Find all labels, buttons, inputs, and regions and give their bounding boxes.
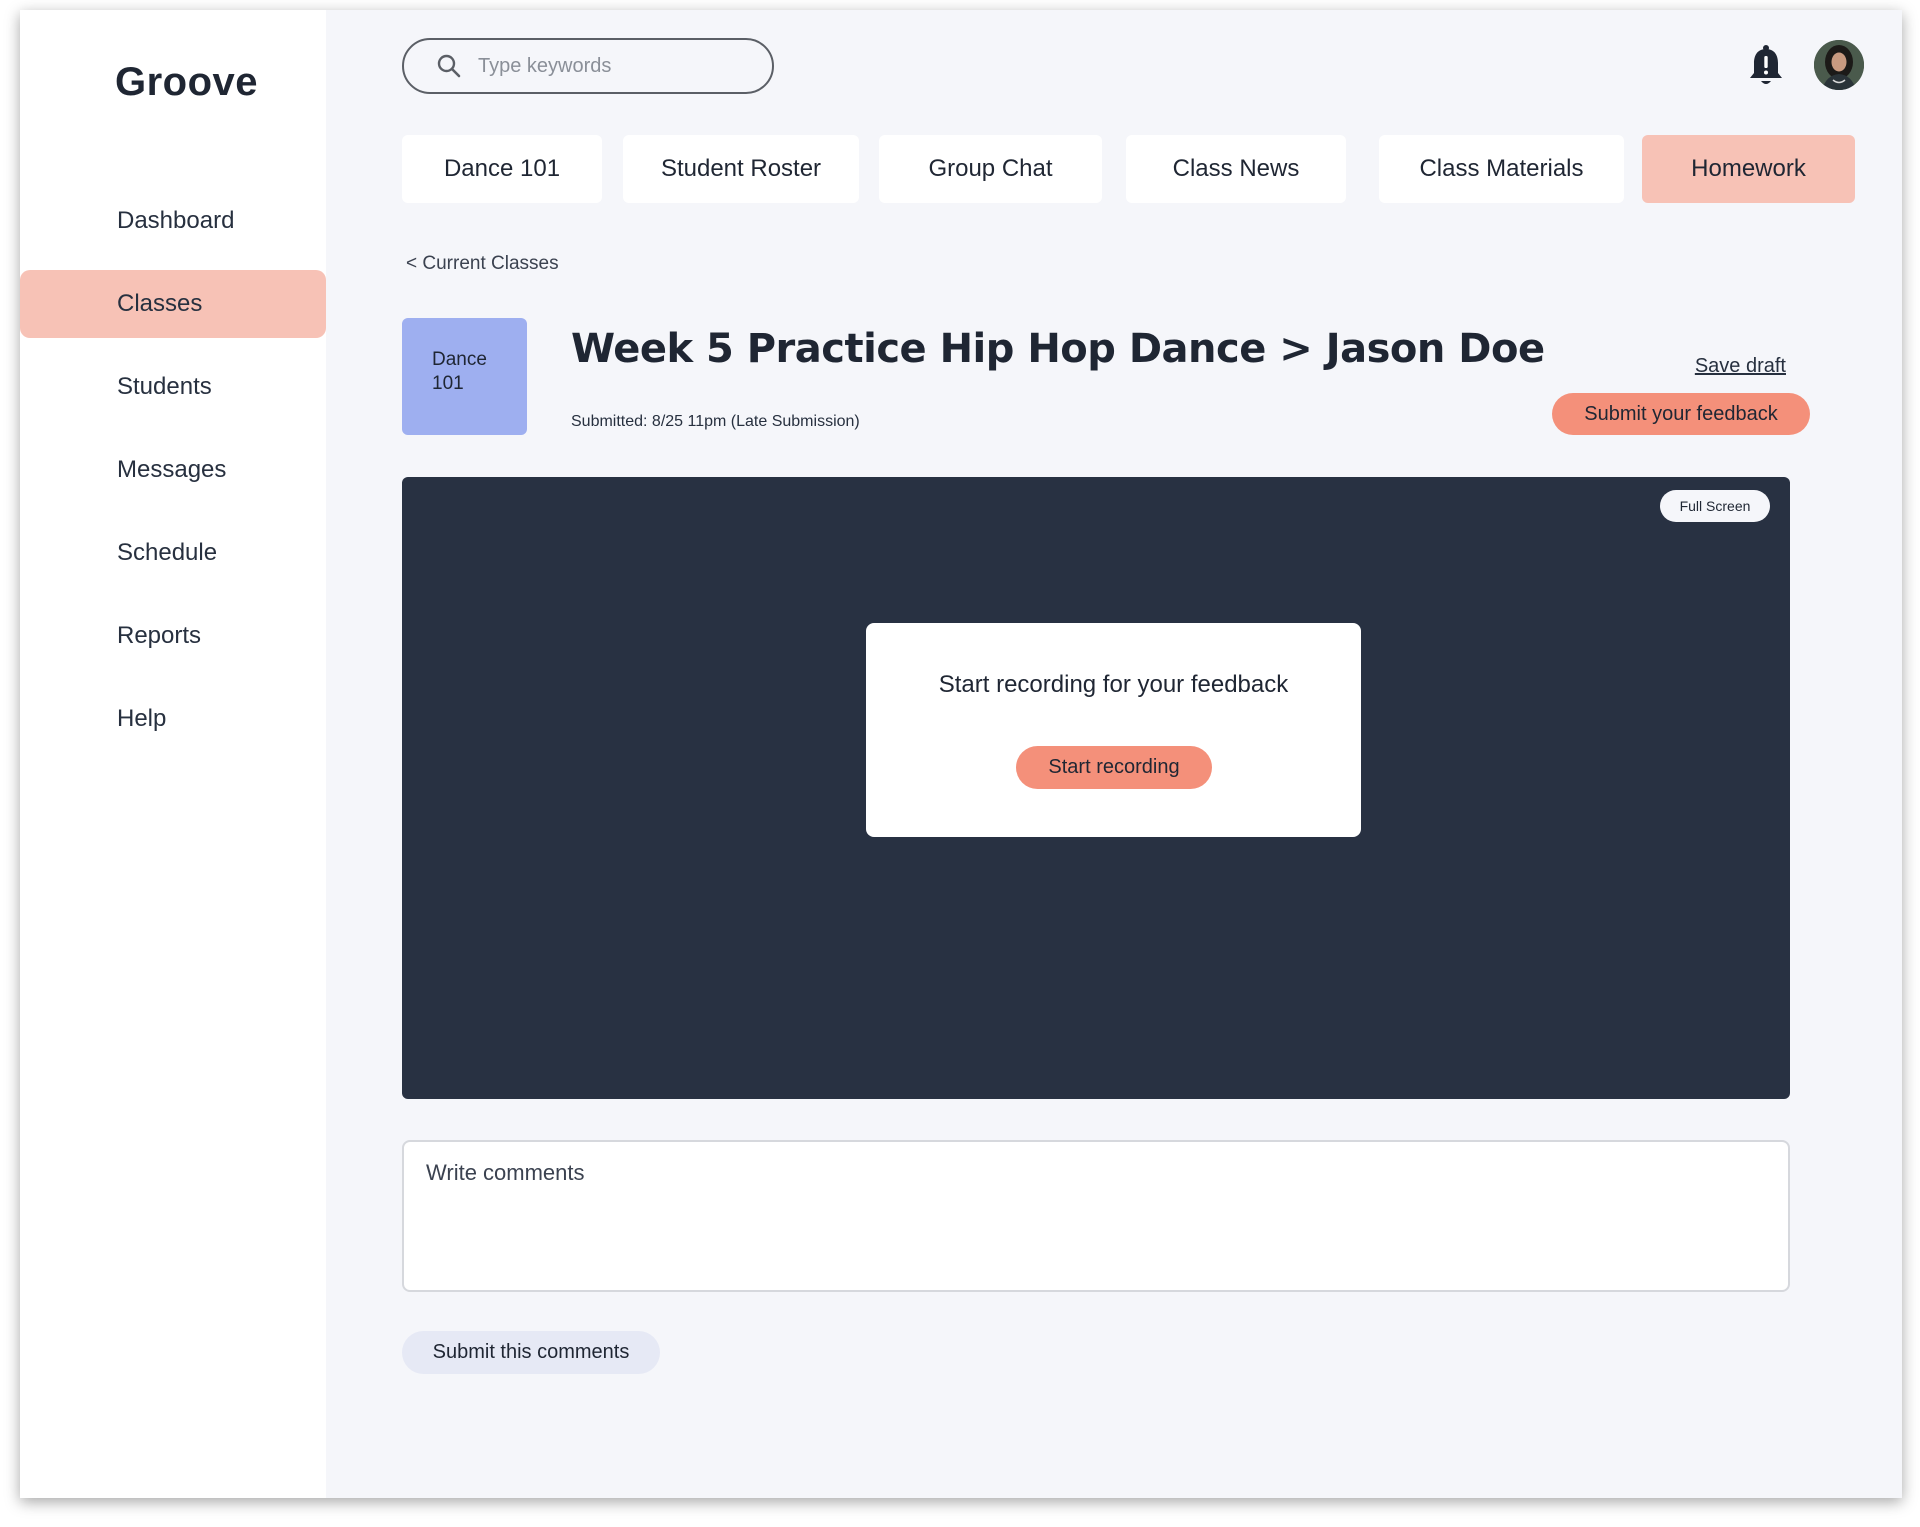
sidebar-item-classes[interactable]: Classes bbox=[20, 270, 326, 338]
sidebar-nav: Dashboard Classes Students Messages Sche… bbox=[20, 187, 326, 768]
submit-comments-button[interactable]: Submit this comments bbox=[402, 1331, 660, 1374]
search-icon bbox=[437, 54, 461, 78]
app-window: Groove Dashboard Classes Students Messag… bbox=[20, 10, 1902, 1498]
class-badge-line1: Dance bbox=[432, 349, 487, 370]
tab-student-roster[interactable]: Student Roster bbox=[623, 135, 859, 203]
fullscreen-button[interactable]: Full Screen bbox=[1660, 490, 1770, 522]
app-logo[interactable]: Groove bbox=[115, 60, 258, 105]
save-draft-link[interactable]: Save draft bbox=[1695, 355, 1786, 378]
sidebar-item-dashboard[interactable]: Dashboard bbox=[20, 187, 326, 255]
class-badge-line2: 101 bbox=[432, 373, 464, 394]
sidebar-item-reports[interactable]: Reports bbox=[20, 602, 326, 670]
tab-class-news[interactable]: Class News bbox=[1126, 135, 1346, 203]
search-bar[interactable] bbox=[402, 38, 774, 94]
sidebar-item-help[interactable]: Help bbox=[20, 685, 326, 753]
recording-prompt: Start recording for your feedback bbox=[938, 671, 1289, 698]
sidebar-item-students[interactable]: Students bbox=[20, 353, 326, 421]
sidebar: Groove Dashboard Classes Students Messag… bbox=[20, 10, 326, 1498]
tab-homework[interactable]: Homework bbox=[1642, 135, 1855, 203]
tab-group-chat[interactable]: Group Chat bbox=[879, 135, 1102, 203]
start-recording-button[interactable]: Start recording bbox=[1016, 746, 1212, 789]
submit-feedback-button[interactable]: Submit your feedback bbox=[1552, 393, 1810, 435]
search-input[interactable] bbox=[478, 54, 738, 78]
tab-dance-101[interactable]: Dance 101 bbox=[402, 135, 602, 203]
user-avatar[interactable] bbox=[1814, 40, 1864, 90]
tab-class-materials[interactable]: Class Materials bbox=[1379, 135, 1624, 203]
comments-field[interactable] bbox=[402, 1140, 1790, 1292]
sidebar-item-messages[interactable]: Messages bbox=[20, 436, 326, 504]
recording-card: Start recording for your feedback Start … bbox=[866, 623, 1361, 837]
bell-icon[interactable] bbox=[1746, 44, 1786, 88]
submission-status: Submitted: 8/25 11pm (Late Submission) bbox=[571, 413, 860, 430]
video-player[interactable]: Full Screen Start recording for your fee… bbox=[402, 477, 1790, 1099]
page-title: Week 5 Practice Hip Hop Dance > Jason Do… bbox=[571, 326, 1545, 372]
sidebar-item-schedule[interactable]: Schedule bbox=[20, 519, 326, 587]
class-badge: Dance 101 bbox=[402, 318, 527, 435]
main-content: Dance 101 Student Roster Group Chat Clas… bbox=[326, 10, 1902, 1498]
breadcrumb[interactable]: < Current Classes bbox=[406, 253, 559, 275]
